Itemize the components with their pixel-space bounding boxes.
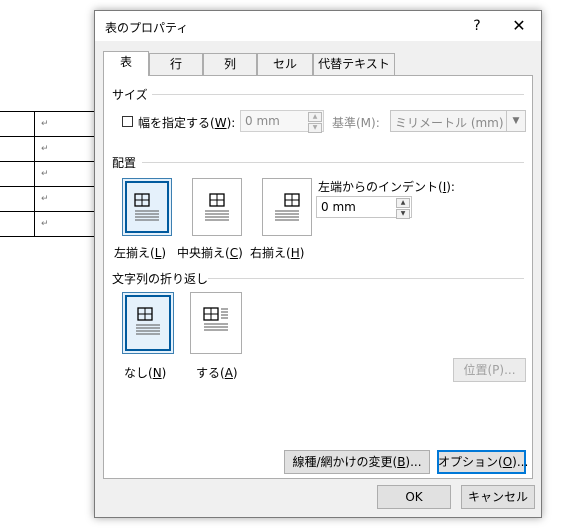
help-button[interactable]: ?: [455, 11, 499, 41]
table-row: ↵: [0, 186, 95, 212]
position-button[interactable]: 位置(P)...: [453, 358, 526, 382]
borders-shading-button[interactable]: 線種/網かけの変更(B)...: [284, 450, 430, 474]
table-row: ↵: [0, 211, 95, 237]
close-button[interactable]: ✕: [497, 11, 541, 41]
align-center-option[interactable]: [192, 178, 242, 236]
tab-panel: サイズ 幅を指定する(W): 0 mm ▲ ▼ 基準(M): ミリメートル (mm…: [103, 75, 533, 479]
chevron-down-icon[interactable]: ▼: [506, 111, 525, 131]
separator: [208, 278, 524, 279]
table-properties-dialog: 表のプロパティ ? ✕ 表 行 列 セル 代替テキスト サイズ 幅を指定する(W…: [94, 10, 542, 518]
unit-label: 基準(M):: [332, 116, 380, 130]
align-center-icon: [205, 193, 229, 221]
unit-value: ミリメートル (mm): [395, 116, 504, 130]
wrap-none-label: なし(N): [124, 366, 167, 380]
paragraph-mark: ↵: [34, 186, 95, 212]
paragraph-mark: ↵: [34, 161, 95, 187]
alignment-heading: 配置: [112, 156, 137, 170]
spin-up-icon[interactable]: ▲: [308, 112, 322, 122]
spin-down-icon[interactable]: ▼: [396, 209, 410, 219]
size-heading: サイズ: [112, 88, 148, 102]
cancel-button[interactable]: キャンセル: [461, 485, 535, 509]
separator: [142, 162, 524, 163]
table-row: ↵: [0, 161, 95, 187]
width-checkbox-label: 幅を指定する(W):: [138, 116, 236, 130]
indent-value: 0 mm: [321, 200, 356, 214]
wrapping-heading: 文字列の折り返し: [112, 272, 209, 286]
document-table: ↵ ↵ ↵ ↵ ↵: [0, 111, 95, 237]
wrap-none-option[interactable]: [122, 292, 174, 354]
align-center-label: 中央揃え(C): [177, 246, 243, 260]
tab-column[interactable]: 列: [203, 53, 257, 75]
align-left-option[interactable]: [122, 178, 172, 236]
width-spinner[interactable]: 0 mm ▲ ▼: [240, 110, 324, 133]
align-right-option[interactable]: [262, 178, 312, 236]
wrap-around-icon: [203, 307, 228, 331]
table-row: ↵: [0, 136, 95, 162]
spin-down-icon[interactable]: ▼: [308, 123, 322, 133]
align-left-label: 左揃え(L): [114, 246, 167, 260]
options-button[interactable]: オプション(O)...: [437, 450, 528, 474]
tab-alt-text[interactable]: 代替テキスト: [313, 53, 395, 75]
unit-select[interactable]: ミリメートル (mm) ▼: [390, 110, 526, 132]
width-checkbox[interactable]: [122, 116, 133, 127]
spin-up-icon[interactable]: ▲: [396, 198, 410, 208]
paragraph-mark: ↵: [34, 111, 95, 137]
separator: [152, 94, 524, 95]
tab-table[interactable]: 表: [103, 51, 149, 76]
paragraph-mark: ↵: [34, 211, 95, 237]
tab-row[interactable]: 行: [149, 53, 203, 75]
align-right-label: 右揃え(H): [250, 246, 305, 260]
align-left-icon: [134, 193, 159, 221]
wrap-around-label: する(A): [196, 366, 238, 380]
title-bar[interactable]: 表のプロパティ ? ✕: [95, 11, 541, 41]
wrap-around-option[interactable]: [190, 292, 242, 354]
wrap-none-icon: [136, 307, 160, 335]
indent-label: 左端からのインデント(I):: [318, 180, 455, 194]
align-right-icon: [275, 193, 300, 221]
indent-spinner[interactable]: 0 mm ▲ ▼: [316, 196, 412, 219]
paragraph-mark: ↵: [34, 136, 95, 162]
ok-button[interactable]: OK: [377, 485, 451, 509]
width-value: 0 mm: [245, 114, 280, 128]
dialog-title: 表のプロパティ: [105, 21, 189, 35]
tab-cell[interactable]: セル: [257, 53, 313, 75]
table-row: ↵: [0, 111, 95, 137]
